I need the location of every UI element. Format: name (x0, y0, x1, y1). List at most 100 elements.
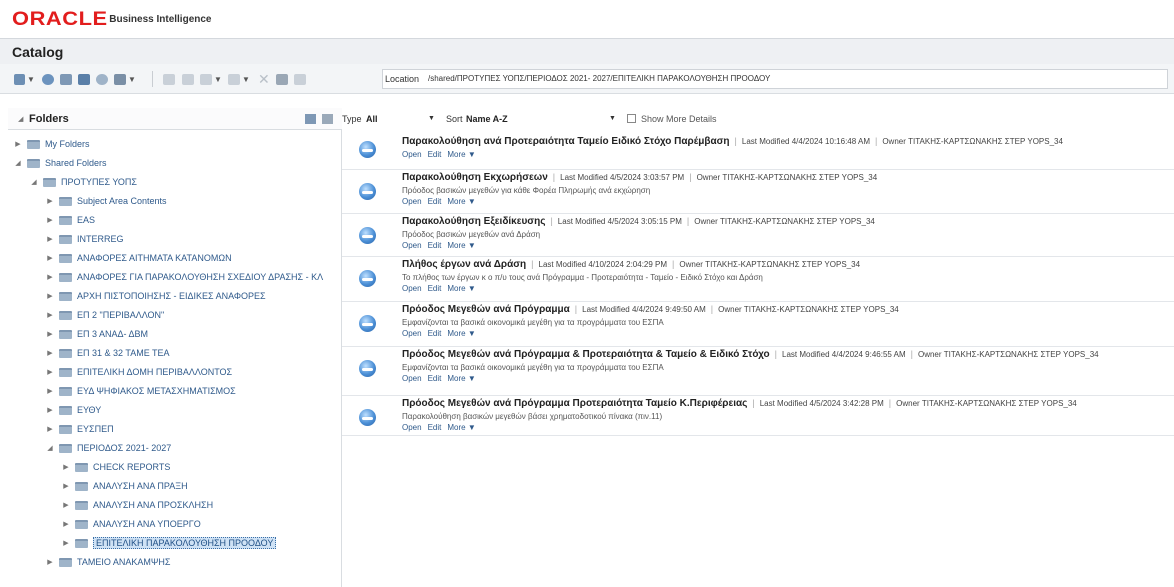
collapse-icon[interactable]: ◢ (28, 178, 40, 186)
item-title[interactable]: Πλήθος έργων ανά Δράση (402, 259, 526, 270)
item-title[interactable]: Πρόοδος Μεγεθών ανά Πρόγραμμα (402, 304, 570, 315)
folder-tree-item[interactable]: ▶ ΕΠ 31 & 32 ΤΑΜΕ ΤΕΑ (44, 345, 170, 361)
type-dropdown-icon[interactable]: ▼ (428, 115, 435, 122)
view-type-button[interactable]: ▼ (14, 72, 35, 86)
edit-link[interactable]: Edit (428, 284, 442, 293)
open-link[interactable]: Open (402, 150, 422, 159)
new-folder-button[interactable] (60, 72, 72, 86)
item-title[interactable]: Παρακολούθηση Εξειδίκευσης (402, 216, 545, 227)
expand-icon[interactable]: ▶ (60, 463, 72, 471)
folder-label[interactable]: ΕΠ 3 ΑΝΑΔ- ΔΒΜ (77, 329, 148, 339)
edit-button[interactable] (182, 72, 194, 86)
expand-icon[interactable]: ▶ (44, 425, 56, 433)
edit-link[interactable]: Edit (428, 374, 442, 383)
collapse-icon[interactable]: ◢ (44, 444, 56, 452)
folder-tree-item[interactable]: ▶ ΑΝΑΦΟΡΕΣ ΑΙΤΗΜΑΤΑ ΚΑΤΑΝΟΜΩΝ (44, 250, 232, 266)
open-link[interactable]: Open (402, 374, 422, 383)
folder-sync-icon[interactable] (322, 114, 333, 124)
new-menu-button[interactable]: ▼ (114, 72, 136, 86)
folder-label[interactable]: ΑΝΑΛΥΣΗ ΑΝΑ ΥΠΟΕΡΓΟ (93, 519, 201, 529)
item-title[interactable]: Πρόοδος Μεγεθών ανά Πρόγραμμα & Προτεραι… (402, 349, 770, 360)
open-link[interactable]: Open (402, 423, 422, 432)
expand-icon[interactable]: ▶ (60, 482, 72, 490)
folder-label[interactable]: ΑΝΑΛΥΣΗ ΑΝΑ ΠΡΟΣΚΛΗΣΗ (93, 500, 213, 510)
folder-tree-item[interactable]: ▶ CHECK REPORTS (60, 459, 170, 475)
folder-tree-item[interactable]: ▶ EAS (44, 212, 95, 228)
folder-tree-item[interactable]: ▶ My Folders (12, 136, 90, 152)
folder-label[interactable]: ΕΠΙΤΕΛΙΚΗ ΔΟΜΗ ΠΕΡΙΒΑΛΛΟΝΤΟΣ (77, 367, 232, 377)
more-menu-link[interactable]: More ▼ (447, 284, 475, 293)
oracle-logo[interactable]: ORACLE Business Intelligence (12, 9, 212, 31)
folder-tree-item[interactable]: ▶ ΕΠ 2 "ΠΕΡΙΒΑΛΛΟΝ" (44, 307, 164, 323)
open-link[interactable]: Open (402, 241, 422, 250)
analysis-icon[interactable] (359, 409, 376, 426)
folder-label[interactable]: ΑΡΧΗ ΠΙΣΤΟΠΟΙΗΣΗΣ - ΕΙΔΙΚΕΣ ΑΝΑΦΟΡΕΣ (77, 291, 266, 301)
expand-icon[interactable]: ▶ (60, 539, 72, 547)
type-select[interactable]: All (366, 114, 378, 124)
expand-icon[interactable]: ▶ (44, 254, 56, 262)
edit-link[interactable]: Edit (428, 423, 442, 432)
more-menu-link[interactable]: More ▼ (447, 374, 475, 383)
paste-button[interactable] (276, 72, 288, 86)
folder-tree-item[interactable]: ◢ ΠΡΟΤΥΠΕΣ ΥΟΠΣ (28, 174, 137, 190)
more-menu-link[interactable]: More ▼ (447, 423, 475, 432)
analysis-icon[interactable] (359, 315, 376, 332)
sort-select[interactable]: Name A-Z (466, 114, 508, 124)
expand-icon[interactable]: ▶ (44, 368, 56, 376)
expand-icon[interactable]: ▶ (44, 387, 56, 395)
analysis-icon[interactable] (359, 141, 376, 158)
analysis-icon[interactable] (359, 360, 376, 377)
analysis-icon[interactable] (359, 227, 376, 244)
expand-icon[interactable]: ▶ (44, 273, 56, 281)
collapse-panel-icon[interactable]: ◢ (18, 115, 23, 123)
edit-link[interactable]: Edit (428, 150, 442, 159)
edit-link[interactable]: Edit (428, 329, 442, 338)
expand-icon[interactable]: ▶ (44, 216, 56, 224)
show-more-details-checkbox[interactable] (627, 114, 636, 123)
folder-label[interactable]: EAS (77, 215, 95, 225)
folder-label[interactable]: ΕΠ 2 "ΠΕΡΙΒΑΛΛΟΝ" (77, 310, 164, 320)
expand-icon[interactable]: ▶ (12, 140, 24, 148)
folder-label[interactable]: CHECK REPORTS (93, 462, 170, 472)
expand-icon[interactable]: ▶ (60, 520, 72, 528)
item-title[interactable]: Παρακολούθηση Εκχωρήσεων (402, 172, 548, 183)
folder-tree-item[interactable]: ▶ INTERREG (44, 231, 124, 247)
edit-link[interactable]: Edit (428, 197, 442, 206)
search-button[interactable] (96, 72, 108, 86)
analysis-icon[interactable] (359, 183, 376, 200)
export-button[interactable]: ▼ (228, 72, 250, 86)
folder-tree-item[interactable]: ◢ ΠΕΡΙΟΔΟΣ 2021- 2027 (44, 440, 171, 456)
sort-dropdown-icon[interactable]: ▼ (609, 115, 616, 122)
copy-button[interactable] (163, 72, 175, 86)
refresh-button[interactable] (42, 72, 54, 86)
folder-label[interactable]: ΕΥΘΥ (77, 405, 101, 415)
folder-label[interactable]: ΑΝΑΦΟΡΕΣ ΓΙΑ ΠΑΡΑΚΟΛΟΥΘΗΣΗ ΣΧΕΔΙΟΥ ΔΡΑΣΗ… (77, 272, 323, 282)
more-menu-link[interactable]: More ▼ (447, 241, 475, 250)
folder-tree-item[interactable]: ▶ ΑΝΑΦΟΡΕΣ ΓΙΑ ΠΑΡΑΚΟΛΟΥΘΗΣΗ ΣΧΕΔΙΟΥ ΔΡΑΣ… (44, 269, 323, 285)
expand-icon[interactable]: ▶ (44, 406, 56, 414)
folder-tree-item[interactable]: ▶ ΤΑΜΕΙΟ ΑΝΑΚΑΜΨΗΣ (44, 554, 170, 570)
analysis-icon[interactable] (359, 270, 376, 287)
folder-label[interactable]: ΠΡΟΤΥΠΕΣ ΥΟΠΣ (61, 177, 137, 187)
folder-label[interactable]: ΑΝΑΦΟΡΕΣ ΑΙΤΗΜΑΤΑ ΚΑΤΑΝΟΜΩΝ (77, 253, 232, 263)
folder-tree-item[interactable]: ▶ ΕΠΙΤΕΛΙΚΗ ΠΑΡΑΚΟΛΟΥΘΗΣΗ ΠΡΟΟΔΟΥ (60, 535, 277, 551)
folder-label[interactable]: INTERREG (77, 234, 124, 244)
expand-icon[interactable]: ▶ (60, 501, 72, 509)
folder-tree-item[interactable]: ▶ ΑΝΑΛΥΣΗ ΑΝΑ ΠΡΟΣΚΛΗΣΗ (60, 497, 213, 513)
up-folder-button[interactable] (78, 72, 90, 86)
tree-view-icon[interactable] (305, 114, 316, 124)
folder-tree-item[interactable]: ▶ ΕΥΘΥ (44, 402, 101, 418)
expand-icon[interactable]: ▶ (44, 235, 56, 243)
folder-label[interactable]: ΤΑΜΕΙΟ ΑΝΑΚΑΜΨΗΣ (77, 557, 170, 567)
expand-icon[interactable]: ▶ (44, 349, 56, 357)
folder-label[interactable]: My Folders (45, 139, 90, 149)
open-link[interactable]: Open (402, 197, 422, 206)
folder-label[interactable]: ΕΥΣΠΕΠ (77, 424, 114, 434)
folder-tree-item[interactable]: ▶ ΑΝΑΛΥΣΗ ΑΝΑ ΥΠΟΕΡΓΟ (60, 516, 201, 532)
folder-tree-item[interactable]: ▶ ΕΠ 3 ΑΝΑΔ- ΔΒΜ (44, 326, 148, 342)
edit-link[interactable]: Edit (428, 241, 442, 250)
folder-label[interactable]: ΕΠ 31 & 32 ΤΑΜΕ ΤΕΑ (77, 348, 170, 358)
folder-label[interactable]: Shared Folders (45, 158, 107, 168)
folder-tree-item[interactable]: ▶ ΑΝΑΛΥΣΗ ΑΝΑ ΠΡΑΞΗ (60, 478, 187, 494)
expand-icon[interactable]: ▶ (44, 292, 56, 300)
